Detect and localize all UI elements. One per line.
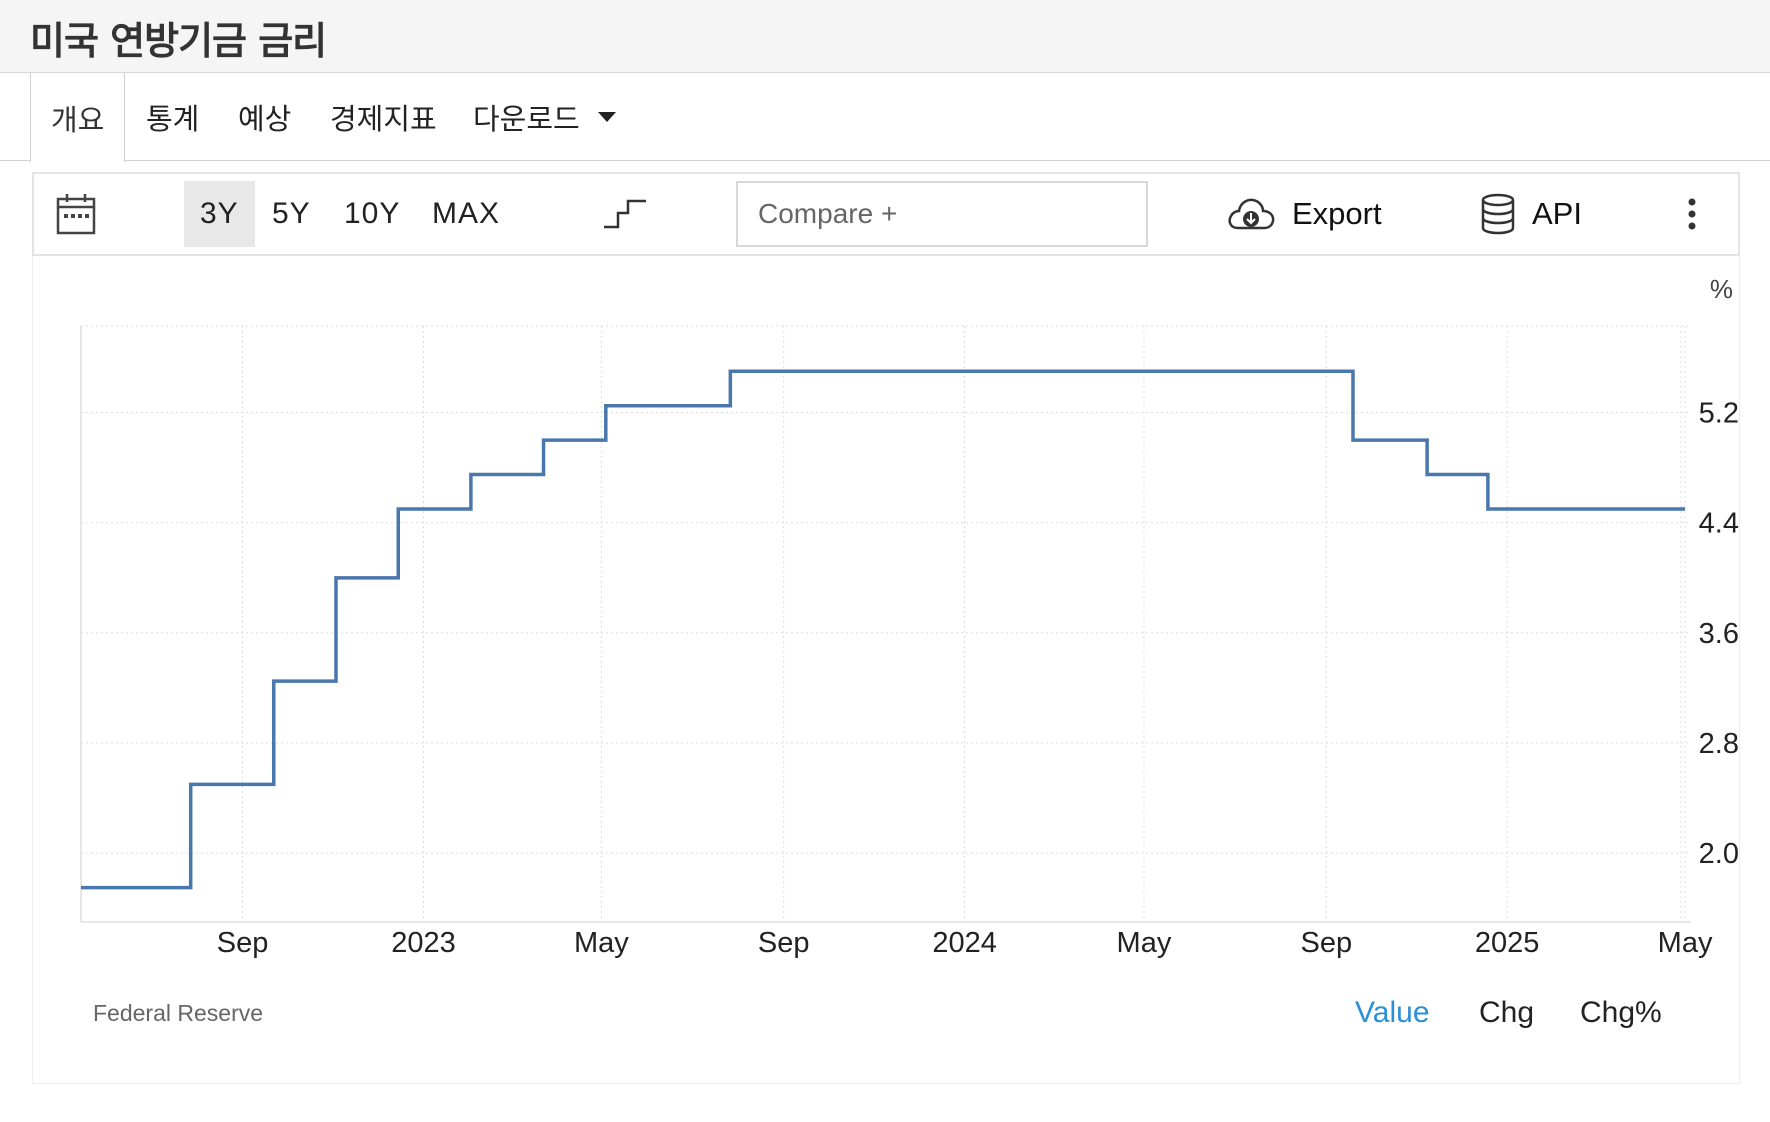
tab-forecast[interactable]: 예상: [238, 73, 291, 161]
more-options-button[interactable]: [1686, 174, 1698, 254]
compare-input[interactable]: [736, 181, 1148, 247]
api-label: API: [1532, 196, 1582, 231]
x-tick-label: May: [574, 927, 629, 959]
y-axis-unit: %: [1710, 274, 1733, 304]
x-tick-label: Sep: [1300, 927, 1352, 959]
calendar-button[interactable]: [56, 174, 96, 254]
x-tick-label: 2025: [1475, 927, 1540, 959]
tab-forecast-label: 예상: [238, 102, 292, 136]
x-tick-label: Sep: [758, 927, 810, 959]
page-header: 미국 연방기금 금리: [0, 0, 1770, 73]
tab-bar: 개요 통계 예상 경제지표 다운로드: [0, 73, 1770, 162]
tab-download-label: 다운로드: [473, 102, 580, 136]
y-tick-label: 4.4: [1699, 508, 1739, 540]
x-tick-label: 2023: [391, 927, 456, 959]
chart-style-button[interactable]: [602, 174, 648, 254]
tab-overview[interactable]: 개요: [30, 73, 126, 162]
tab-download[interactable]: 다운로드: [473, 73, 616, 161]
range-5y-button[interactable]: 5Y: [256, 181, 327, 247]
rate-series-line: [81, 369, 1686, 890]
view-chg-pct-button[interactable]: Chg%: [1580, 996, 1662, 1030]
database-icon: [1481, 193, 1515, 235]
y-tick-label: 5.2: [1699, 398, 1739, 430]
export-label: Export: [1292, 196, 1382, 231]
chart-toolbar: 3Y 5Y 10Y MAX Export API: [32, 172, 1740, 256]
y-tick-label: 3.6: [1699, 618, 1739, 650]
x-tick-label: 2024: [932, 927, 997, 959]
cloud-download-icon: [1228, 198, 1275, 230]
range-3y-button[interactable]: 3Y: [184, 181, 255, 247]
api-button[interactable]: API: [1480, 174, 1582, 254]
source-label: Federal Reserve: [93, 1000, 264, 1026]
y-tick-label: 2.0: [1699, 838, 1739, 870]
x-tick-label: May: [1658, 927, 1713, 959]
x-tick-label: May: [1117, 927, 1172, 959]
caret-down-icon: [597, 112, 616, 122]
tab-statistics[interactable]: 통계: [146, 73, 199, 161]
tab-overview-label: 개요: [51, 102, 105, 137]
step-line-icon: [604, 199, 646, 229]
calendar-icon: [56, 194, 96, 235]
view-value-button[interactable]: Value: [1355, 996, 1430, 1030]
page-title: 미국 연방기금 금리: [30, 19, 327, 63]
tab-indicators-label: 경제지표: [330, 102, 437, 136]
more-vertical-icon: [1688, 198, 1696, 230]
range-max-button[interactable]: MAX: [416, 181, 516, 247]
range-10y-button[interactable]: 10Y: [328, 181, 416, 247]
rate-chart: Sep 2023 May Sep 2024 May Sep 2025 May 2.0 2.8 3.6 4…: [80, 274, 1739, 959]
y-tick-label: 2.8: [1699, 728, 1739, 760]
view-chg-button[interactable]: Chg: [1479, 996, 1534, 1030]
tab-indicators[interactable]: 경제지표: [330, 73, 437, 161]
export-button[interactable]: Export: [1226, 174, 1382, 254]
tab-statistics-label: 통계: [146, 102, 200, 136]
chart-container: Sep 2023 May Sep 2024 May Sep 2025 May 2.0 2.8 3.6 4…: [32, 256, 1740, 1084]
x-tick-label: Sep: [217, 927, 269, 959]
